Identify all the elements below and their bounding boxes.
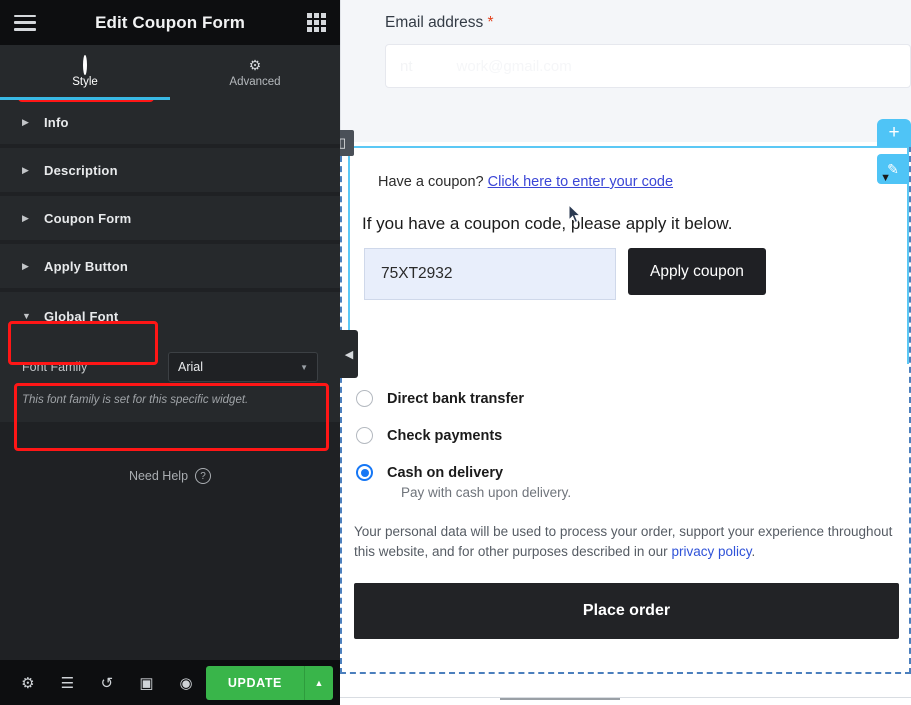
- email-section: Email address * nt work@gmail.com +: [340, 0, 911, 147]
- page-canvas: Email address * nt work@gmail.com + ◫ ✎ …: [340, 0, 911, 705]
- panel-header: Edit Coupon Form: [0, 0, 340, 45]
- update-options-caret-icon[interactable]: ▲: [304, 665, 333, 700]
- section-global-font-label: Global Font: [44, 308, 119, 324]
- section-info[interactable]: ▶ Info: [0, 100, 340, 148]
- privacy-text: Your personal data will be used to proce…: [354, 524, 893, 560]
- panel-body: ▶ Info ▶ Description ▶ Coupon Form ▶ App…: [0, 100, 340, 660]
- apply-coupon-button[interactable]: Apply coupon: [628, 248, 766, 295]
- page-title: Edit Coupon Form: [95, 12, 245, 32]
- email-placeholder-right: work@gmail.com: [456, 57, 572, 75]
- email-label: Email address *: [385, 14, 911, 32]
- required-asterisk: *: [487, 14, 494, 31]
- privacy-policy-link[interactable]: privacy policy: [671, 544, 751, 559]
- collapse-panel-button[interactable]: ◀: [340, 330, 358, 378]
- add-section-button[interactable]: +: [877, 119, 911, 147]
- payment-methods-list: Direct bank transfer Check payments Cash…: [342, 364, 909, 500]
- bottom-edge-strip: [340, 697, 911, 705]
- enter-code-link[interactable]: Click here to enter your code: [488, 174, 673, 190]
- settings-gear-icon[interactable]: ⚙: [8, 660, 48, 705]
- have-coupon-text: Have a coupon?: [378, 174, 484, 190]
- section-coupon-form-label: Coupon Form: [44, 210, 132, 226]
- payment-option-direct-bank-transfer[interactable]: Direct bank transfer: [356, 390, 909, 407]
- widget-caret-icon[interactable]: ▼: [880, 172, 891, 184]
- payment-option-check-payments[interactable]: Check payments: [356, 427, 909, 444]
- payment-note: Pay with cash upon delivery.: [401, 485, 572, 500]
- section-global-font[interactable]: ▼ Global Font: [0, 292, 340, 340]
- radio-icon[interactable]: [356, 390, 373, 407]
- section-coupon-form[interactable]: ▶ Coupon Form: [0, 196, 340, 244]
- coupon-form-section: ◫ ✎ ▼ Have a coupon? Click here to enter…: [340, 130, 911, 674]
- chevron-right-icon: ▶: [22, 212, 29, 223]
- payment-label: Check payments: [387, 427, 503, 444]
- place-order-button[interactable]: Place order: [354, 582, 899, 639]
- privacy-notice: Your personal data will be used to proce…: [354, 522, 895, 563]
- app-root: Edit Coupon Form Style ⚙ Advanced ▶ Info: [0, 0, 911, 705]
- tab-advanced-label: Advanced: [229, 75, 281, 88]
- update-button-group: UPDATE ▲: [205, 665, 333, 700]
- font-family-value: Arial: [178, 360, 204, 374]
- mouse-cursor-icon: [568, 204, 582, 224]
- payment-option-cash-on-delivery[interactable]: Cash on delivery: [356, 464, 909, 481]
- chevron-down-icon: ▼: [22, 311, 31, 321]
- chevron-right-icon: ▶: [22, 164, 29, 175]
- tab-style-label: Style: [72, 75, 98, 88]
- radio-selected-icon[interactable]: [356, 464, 373, 481]
- chevron-right-icon: ▶: [22, 260, 29, 271]
- column-handle-icon[interactable]: ◫: [340, 130, 354, 156]
- global-font-controls: Font Family Arial ▼ This font family is …: [0, 340, 340, 422]
- need-help-label: Need Help: [128, 469, 189, 483]
- coupon-widget-wrapper: ◫ ✎ ▼ Have a coupon? Click here to enter…: [340, 130, 909, 364]
- section-apply-button[interactable]: ▶ Apply Button: [0, 244, 340, 292]
- payment-label: Cash on delivery: [387, 464, 504, 481]
- font-family-row: Font Family Arial ▼: [22, 352, 318, 382]
- tab-style[interactable]: Style: [0, 45, 170, 100]
- section-apply-button-label: Apply Button: [44, 258, 128, 274]
- apps-grid-icon[interactable]: [307, 13, 326, 32]
- section-description[interactable]: ▶ Description: [0, 148, 340, 196]
- coupon-code-input[interactable]: 75XT2932: [364, 248, 616, 300]
- preview-eye-icon[interactable]: ◉: [166, 660, 206, 705]
- responsive-mode-icon[interactable]: ▣: [127, 660, 167, 705]
- navigator-layers-icon[interactable]: ☰: [48, 660, 88, 705]
- email-label-text: Email address: [385, 14, 484, 31]
- email-field[interactable]: nt work@gmail.com: [385, 44, 911, 88]
- section-description-label: Description: [44, 162, 118, 178]
- section-info-label: Info: [44, 114, 69, 130]
- chevron-down-icon: ▼: [300, 362, 308, 372]
- payment-label: Direct bank transfer: [387, 390, 524, 407]
- panel-footer: ⚙ ☰ ↺ ▣ ◉ UPDATE ▲: [0, 660, 340, 705]
- update-button[interactable]: UPDATE: [205, 665, 304, 700]
- coupon-description: If you have a coupon code, please apply …: [362, 214, 733, 233]
- font-family-description: This font family is set for this specifi…: [22, 394, 249, 406]
- radio-icon[interactable]: [356, 427, 373, 444]
- elementor-editor-panel: Edit Coupon Form Style ⚙ Advanced ▶ Info: [0, 0, 340, 705]
- font-family-select[interactable]: Arial ▼: [168, 352, 318, 382]
- chevron-right-icon: ▶: [22, 116, 29, 127]
- privacy-suffix: .: [751, 544, 756, 560]
- font-family-label: Font Family: [22, 360, 88, 374]
- gear-icon: ⚙: [248, 56, 262, 73]
- history-revisions-icon[interactable]: ↺: [87, 660, 127, 705]
- question-circle-icon: ?: [195, 468, 212, 484]
- contrast-icon: [83, 54, 87, 75]
- email-placeholder-left: nt: [400, 57, 413, 75]
- panel-tabs: Style ⚙ Advanced: [0, 45, 340, 100]
- need-help-link[interactable]: Need Help ?: [0, 468, 340, 484]
- have-coupon-row: Have a coupon? Click here to enter your …: [350, 148, 907, 190]
- coupon-apply-row: 75XT2932 Apply coupon: [350, 248, 907, 300]
- hamburger-menu-icon[interactable]: [14, 14, 36, 31]
- tab-advanced[interactable]: ⚙ Advanced: [170, 45, 340, 100]
